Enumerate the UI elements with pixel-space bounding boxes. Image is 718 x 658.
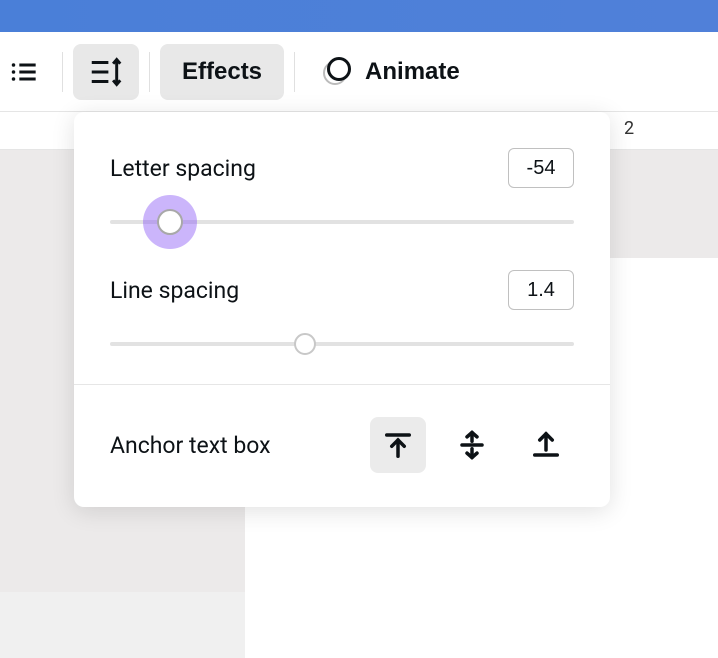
slider-track — [110, 342, 574, 346]
anchor-bottom-icon — [531, 430, 561, 460]
animate-icon — [321, 57, 351, 87]
toolbar-divider — [62, 52, 63, 92]
anchor-button-group — [370, 417, 574, 473]
anchor-label: Anchor text box — [110, 432, 271, 459]
line-spacing-input[interactable] — [508, 270, 574, 310]
letter-spacing-slider[interactable] — [110, 200, 574, 244]
animate-label: Animate — [365, 58, 460, 86]
effects-button[interactable]: Effects — [160, 44, 284, 100]
anchor-top-icon — [383, 430, 413, 460]
animate-button[interactable]: Animate — [305, 44, 476, 100]
toolbar-divider — [294, 52, 295, 92]
line-spacing-slider[interactable] — [110, 322, 574, 366]
text-toolbar: Effects Animate — [0, 32, 718, 112]
letter-spacing-input[interactable] — [508, 148, 574, 188]
letter-spacing-row: Letter spacing — [110, 148, 574, 188]
anchor-top-button[interactable] — [370, 417, 426, 473]
bullet-list-icon — [10, 58, 38, 86]
list-button[interactable] — [0, 44, 52, 100]
anchor-middle-button[interactable] — [444, 417, 500, 473]
slider-thumb[interactable] — [294, 333, 316, 355]
line-spacing-row: Line spacing — [110, 270, 574, 310]
anchor-row: Anchor text box — [110, 417, 574, 473]
spacing-button[interactable] — [73, 44, 139, 100]
anchor-middle-icon — [457, 430, 487, 460]
slider-thumb[interactable] — [157, 209, 183, 235]
window-top-bar — [0, 0, 718, 32]
spacing-popover: Letter spacing Line spacing Anchor text … — [74, 112, 610, 507]
line-spacing-label: Line spacing — [110, 277, 239, 304]
letter-spacing-label: Letter spacing — [110, 155, 256, 182]
ruler-tick: 2 — [624, 118, 634, 139]
toolbar-divider — [149, 52, 150, 92]
anchor-bottom-button[interactable] — [518, 417, 574, 473]
line-spacing-icon — [87, 53, 125, 91]
popover-separator — [74, 384, 610, 385]
